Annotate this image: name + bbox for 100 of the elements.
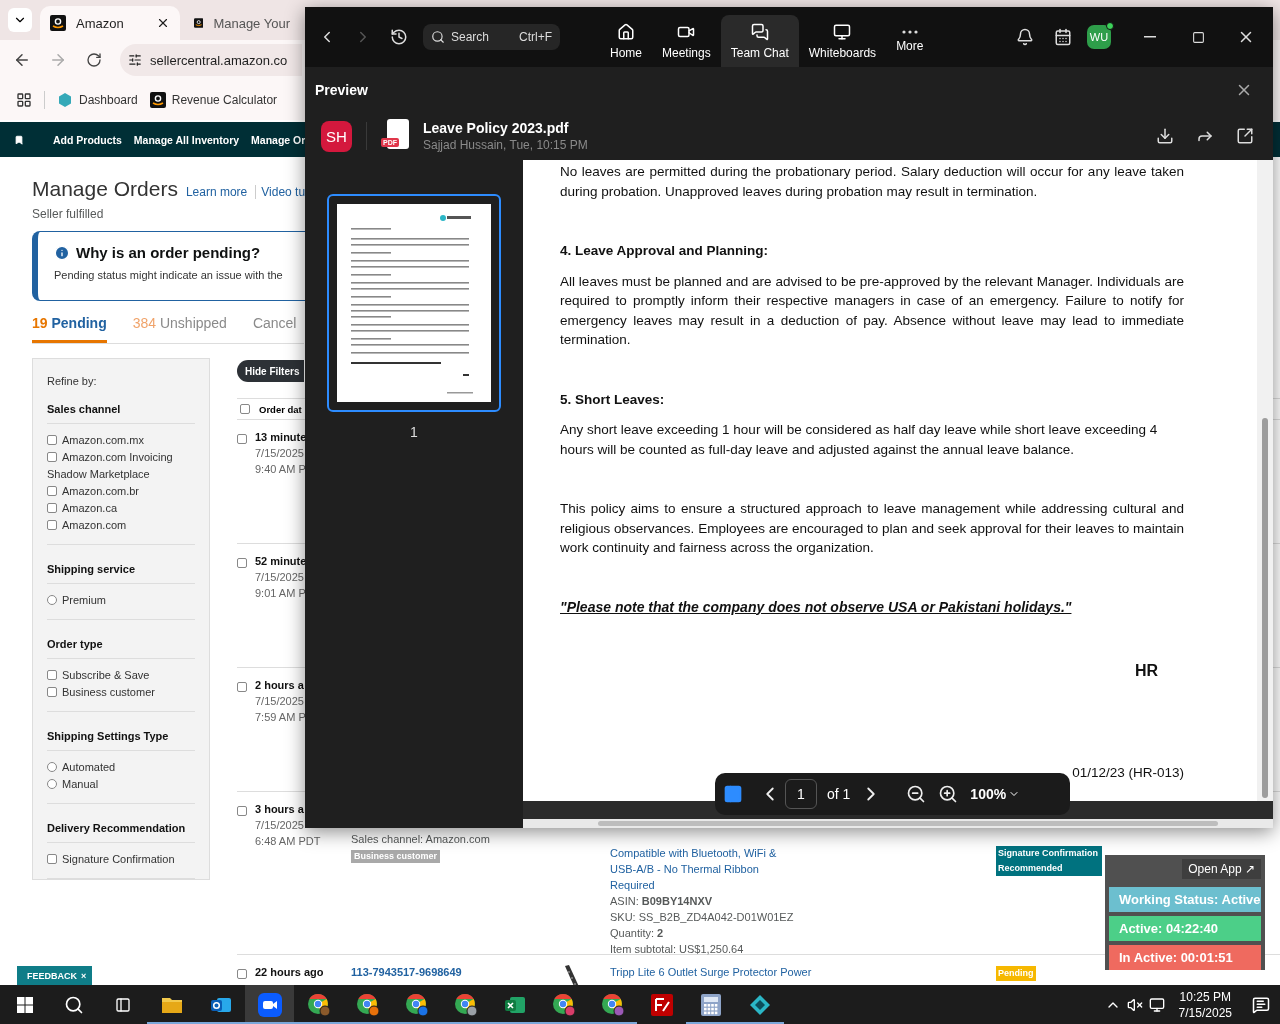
order-time: 9:01 AM P — [255, 586, 307, 601]
checkbox-option[interactable]: Amazon.com.br — [47, 483, 195, 500]
status-badge: Signature Confirmation Recommended — [996, 846, 1102, 876]
app-tab[interactable]: More — [886, 15, 934, 67]
apps-grid-icon[interactable] — [16, 92, 32, 108]
product-title-link[interactable]: Tripp Lite 6 Outlet Surge Protector Power — [610, 964, 870, 980]
checkbox[interactable] — [237, 969, 247, 979]
page-input[interactable]: 1 — [785, 779, 817, 809]
checkbox-option[interactable]: Amazon.com.mx — [47, 432, 195, 449]
radio-button[interactable] — [47, 595, 57, 605]
checkbox[interactable] — [47, 486, 57, 496]
checkbox[interactable] — [47, 687, 57, 697]
notifications-icon[interactable] — [1252, 995, 1270, 1014]
site-logo-icon — [149, 92, 166, 108]
search-field[interactable]: Search Ctrl+F — [423, 24, 560, 50]
order-id-link[interactable]: 113-7943517-9698649 — [351, 964, 537, 980]
order-age: 13 minute — [255, 430, 308, 445]
checkbox-option[interactable]: Signature Confirmation — [47, 851, 195, 868]
feedback-tab[interactable]: FEEDBACK × — [17, 966, 93, 985]
policy-paragraph: This policy aims to ensure a structured approach to leave management while addressing cultural and religious observances. Employees are encouraged to plan and seek approval for their leaves to maintain work continuity and fairness across the organization. — [560, 500, 1184, 557]
horizontal-scrollbar[interactable] — [523, 819, 1273, 828]
order-status-tab[interactable]: 384 Unshipped — [132, 315, 227, 343]
checkbox[interactable] — [47, 854, 57, 864]
app-tab[interactable]: Home — [600, 15, 652, 67]
browser-tab[interactable]: Manage Your — [184, 6, 300, 40]
radio-button[interactable] — [47, 762, 57, 772]
network-icon[interactable] — [1148, 996, 1165, 1013]
browser-profile-icon — [453, 992, 478, 1017]
zoom-in-icon[interactable] — [938, 784, 959, 804]
hide-filters-button[interactable]: Hide Filters — [237, 360, 304, 382]
checkbox[interactable] — [237, 558, 247, 568]
video-app-icon — [257, 992, 282, 1017]
status-row: Working Status: Active — [1109, 887, 1261, 912]
checkbox[interactable] — [47, 503, 57, 513]
app-tab[interactable]: Whiteboards — [798, 15, 887, 67]
sidebar-toggle-icon[interactable] — [723, 784, 743, 804]
taskbar-clock[interactable]: 10:25 PM 7/15/2025 — [1178, 988, 1232, 1021]
bookmark-icon[interactable] — [14, 134, 24, 145]
help-link[interactable]: Learn more — [185, 185, 248, 199]
speaker-muted-icon[interactable] — [1126, 996, 1143, 1013]
tab-list-button[interactable] — [8, 8, 32, 32]
checkbox[interactable] — [47, 452, 57, 462]
bookmark-link[interactable]: Dashboard — [57, 92, 138, 108]
policy-note: "Please note that the company does not observe USA or Pakistani holidays." — [560, 597, 1073, 617]
policy-paragraph: All leaves must be planned and are advised to be pre-approved by the relevant Manager. Individuals are required to promptly inform their respective managers in case of an emergency. Failure to notify for emergency leaves may result in a deduction of pay. Absence without leave may lead to immediate termination. — [560, 272, 1184, 349]
taskbar-app[interactable] — [245, 985, 294, 1024]
address-bar[interactable]: sellercentral.amazon.co — [120, 44, 302, 76]
checkbox[interactable] — [47, 435, 57, 445]
browser-tab[interactable]: Amazon — [40, 6, 180, 40]
app-tab[interactable]: Team Chat — [720, 15, 799, 67]
order-date: 7/15/2025 — [255, 818, 305, 833]
signature-text: HR — [1133, 661, 1159, 681]
order-age: 52 minute — [255, 554, 308, 569]
zoom-level-select[interactable]: 100% — [970, 786, 1021, 802]
nav-link[interactable]: Manage Or — [251, 133, 306, 146]
nav-link[interactable]: Manage All Inventory — [133, 133, 240, 146]
order-age: 2 hours a — [255, 678, 305, 693]
download-icon — [1156, 127, 1174, 145]
checkbox-option[interactable]: Subscribe & Save — [47, 667, 195, 684]
vertical-scrollbar[interactable] — [1257, 160, 1273, 801]
site-settings-icon[interactable] — [128, 53, 142, 67]
close-icon[interactable]: × — [81, 970, 87, 981]
browser-profile-icon — [600, 992, 625, 1017]
checkbox[interactable] — [237, 434, 247, 444]
checkbox-option[interactable]: Amazon.com Invoicing Shadow Marketplace — [47, 449, 195, 483]
page-subtitle: Seller fulfilled — [32, 207, 105, 221]
section-heading: 5. Short Leaves: — [560, 390, 666, 409]
checkbox[interactable] — [240, 404, 250, 414]
zoom-out-icon[interactable] — [906, 784, 927, 804]
bookmark-link[interactable]: Revenue Calculator — [149, 92, 278, 108]
page-thumbnail[interactable] — [327, 194, 501, 412]
checkbox[interactable] — [237, 682, 247, 692]
product-title-link[interactable]: Compatible with Bluetooth, WiFi & USB-A/B - No Thermal Ribbon Required — [610, 845, 794, 893]
checkbox-option[interactable]: Business customer — [47, 684, 195, 701]
order-date: 7/15/2025 — [255, 446, 305, 461]
checkbox-option[interactable]: Amazon.com — [47, 517, 195, 534]
order-age: 22 hours ago — [255, 965, 325, 980]
status-row: In Active: 00:01:51 — [1109, 945, 1261, 970]
forward-arrow-icon — [49, 51, 67, 69]
open-external-icon — [1236, 127, 1254, 145]
checkbox-option[interactable]: Amazon.ca — [47, 500, 195, 517]
open-app-button[interactable]: Open App ↗ — [1182, 859, 1261, 879]
order-status-tab[interactable]: 19 Pending — [32, 315, 107, 343]
radio-button[interactable] — [47, 779, 57, 789]
app-tab[interactable]: Meetings — [652, 15, 721, 67]
windows-logo-icon — [16, 996, 33, 1013]
checkbox[interactable] — [237, 806, 247, 816]
order-status-tab[interactable]: Cancel — [252, 315, 297, 343]
close-tab-icon[interactable] — [156, 16, 170, 30]
radio-option[interactable]: Premium — [47, 592, 195, 609]
radio-option[interactable]: Manual — [47, 776, 195, 793]
nav-link[interactable]: Add Products — [53, 133, 122, 146]
order-age: 3 hours a — [255, 802, 305, 817]
site-logo-icon — [194, 15, 204, 31]
checkbox[interactable] — [47, 520, 57, 530]
checkbox[interactable] — [47, 670, 57, 680]
radio-option[interactable]: Automated — [47, 759, 195, 776]
chat-icon — [750, 22, 769, 41]
calculator-icon — [700, 993, 721, 1016]
whiteboard-icon — [833, 22, 852, 41]
